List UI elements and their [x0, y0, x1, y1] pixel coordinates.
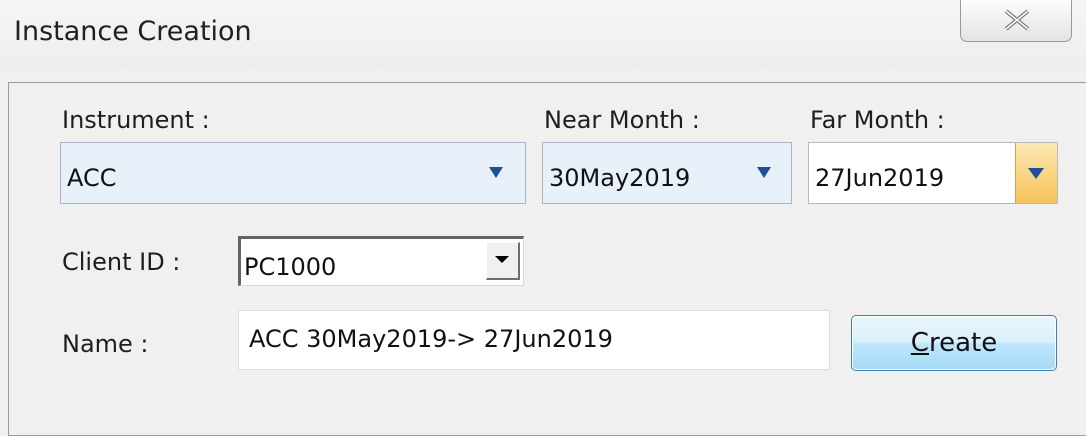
name-label: Name :: [62, 330, 149, 358]
create-button-label: reate: [928, 328, 998, 358]
close-x-icon: [1004, 9, 1030, 31]
title-bar: Instance Creation: [0, 0, 1086, 70]
far-month-label: Far Month :: [810, 106, 945, 134]
dropdown-arrow-icon: [1028, 168, 1044, 179]
window-title: Instance Creation: [14, 16, 252, 47]
create-button-mnemonic: C: [910, 328, 929, 358]
far-month-dropdown-button[interactable]: [1015, 143, 1057, 203]
dropdown-arrow-icon: [489, 167, 503, 178]
instrument-value: ACC: [67, 164, 117, 192]
close-button[interactable]: [960, 0, 1072, 42]
client-id-value: PC1000: [244, 253, 337, 281]
near-month-value: 30May2019: [549, 164, 691, 192]
far-month-value: 27Jun2019: [815, 164, 945, 192]
name-field[interactable]: ACC 30May2019-> 27Jun2019: [238, 310, 830, 370]
dropdown-arrow-icon: [757, 167, 771, 178]
instrument-select[interactable]: ACC: [60, 142, 526, 204]
client-id-dropdown-button[interactable]: [486, 242, 520, 280]
near-month-select[interactable]: 30May2019: [542, 142, 792, 204]
client-id-select[interactable]: PC1000: [238, 236, 524, 286]
instrument-label: Instrument :: [62, 106, 210, 134]
client-id-label: Client ID :: [62, 248, 181, 276]
name-value: ACC 30May2019-> 27Jun2019: [249, 325, 613, 353]
instance-creation-dialog: Instance Creation Instrument : ACC Near …: [0, 0, 1086, 436]
far-month-select[interactable]: 27Jun2019: [808, 142, 1058, 204]
near-month-label: Near Month :: [544, 106, 700, 134]
dropdown-arrow-icon: [495, 256, 509, 263]
create-button[interactable]: Create: [851, 315, 1057, 371]
